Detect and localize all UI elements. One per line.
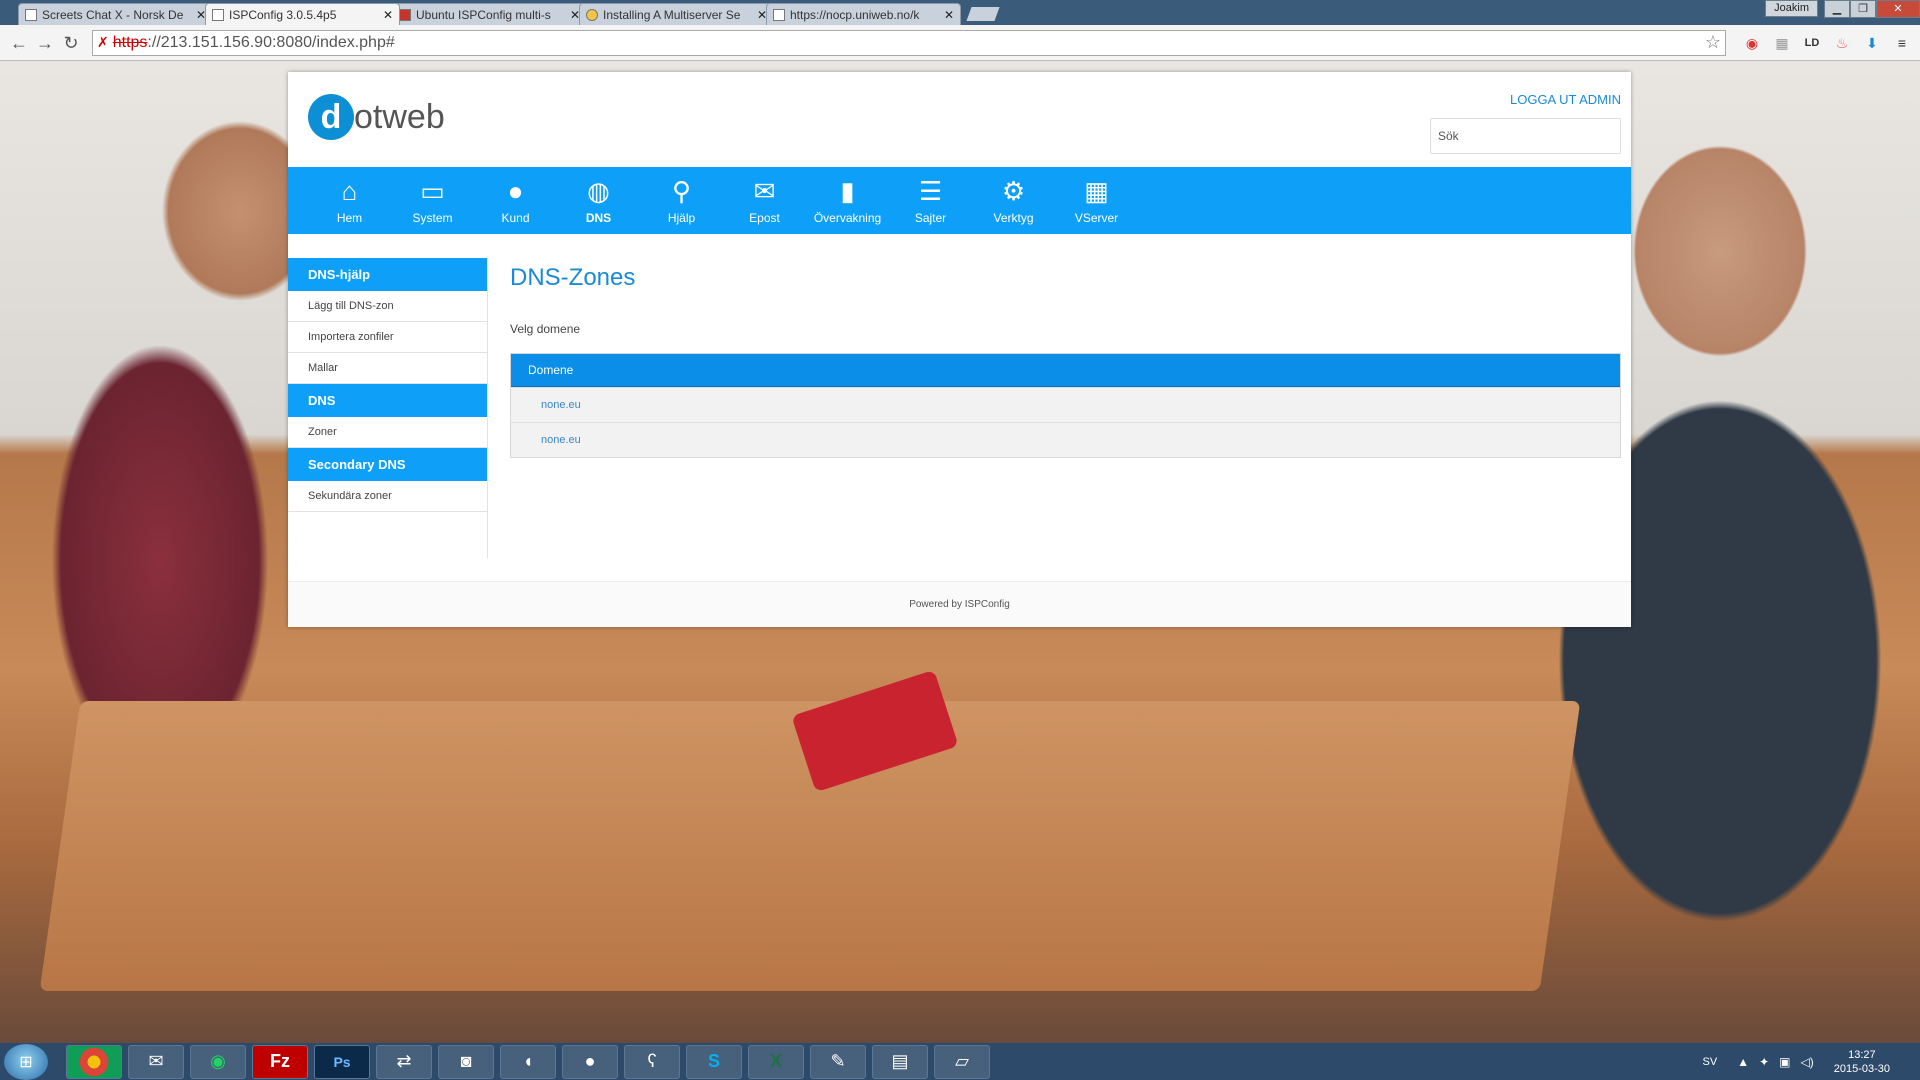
search-input[interactable]: Sök [1430, 118, 1621, 154]
domain-table: Domene none.eu none.eu [510, 353, 1621, 458]
page-icon [25, 8, 37, 21]
nav-item-kund[interactable]: ● Kund [474, 167, 557, 234]
table-row[interactable]: none.eu [511, 387, 1620, 422]
network-tray-icon[interactable]: ▣ [1779, 1055, 1790, 1069]
grid-icon: ▦ [1084, 176, 1109, 206]
extension-icon[interactable]: LD [1800, 31, 1824, 55]
excel-icon[interactable]: X [748, 1044, 804, 1079]
home-icon: ⌂ [341, 176, 358, 206]
menu-icon[interactable]: ≡ [1890, 31, 1914, 55]
browser-tab-active[interactable]: ISPConfig 3.0.5.4p5 ✕ [205, 3, 400, 25]
sidebar-item-import-zonefiles[interactable]: Importera zonfiler [288, 322, 487, 353]
nav-item-epost[interactable]: ✉ Epost [723, 167, 806, 234]
files-icon[interactable]: ▱ [934, 1044, 990, 1079]
browser-toolbar: ← → ↻ ✗ https://213.151.156.90:8080/inde… [0, 25, 1920, 61]
page-title: DNS-Zones [510, 264, 636, 291]
user-icon: ● [507, 176, 524, 206]
sidebar-item-secondary-zones[interactable]: Sekundära zoner [288, 481, 487, 512]
browser-tab-strip: Screets Chat X - Norsk De ✕ ISPConfig 3.0… [0, 0, 1920, 25]
browser-tab[interactable]: Screets Chat X - Norsk De ✕ [18, 3, 213, 25]
main-nav: ⌂ Hem ▭ System ● Kund ◍ DNS ⚲ Hjälp ✉ Epost ▮ Ö… [288, 167, 1631, 234]
extension-icon[interactable]: ♨ [1830, 31, 1854, 55]
download-icon[interactable]: ⬇ [1860, 31, 1884, 55]
clock[interactable]: 13:27 2015-03-30 [1834, 1048, 1890, 1076]
search-icon: ⚲ [671, 176, 692, 206]
ispconfig-icon [399, 8, 411, 21]
nav-item-verktyg[interactable]: ⚙ Verktyg [972, 167, 1055, 234]
browser-tab[interactable]: https://nocp.uniweb.no/k ✕ [766, 3, 961, 25]
nav-item-hem[interactable]: ⌂ Hem [308, 167, 391, 234]
explorer-icon[interactable]: ▤ [872, 1044, 928, 1079]
photoshop-icon[interactable]: Ps [314, 1044, 370, 1079]
bar-chart-icon: ▮ [840, 176, 855, 206]
footer: Powered by ISPConfig [288, 581, 1631, 627]
bulb-icon [586, 8, 598, 21]
start-button[interactable]: ⊞ [4, 1043, 48, 1080]
nav-item-dns[interactable]: ◍ DNS [557, 167, 640, 234]
nav-item-hjalp[interactable]: ⚲ Hjälp [640, 167, 723, 234]
sidebar-item-templates[interactable]: Mallar [288, 353, 487, 384]
close-tab-icon[interactable]: ✕ [944, 8, 954, 22]
sidebar-heading-dns: DNS [288, 384, 487, 417]
speaker-icon[interactable]: ◖ [500, 1044, 556, 1079]
dropbox-icon[interactable]: ✦ [1759, 1055, 1769, 1069]
insecure-lock-icon: ✗ [97, 34, 109, 50]
new-tab-button[interactable] [966, 7, 1000, 21]
back-button[interactable]: ← [6, 30, 32, 56]
obs-icon[interactable]: ● [562, 1044, 618, 1079]
extension-icon[interactable]: ◉ [1740, 31, 1764, 55]
logout-link[interactable]: LOGGA UT ADMIN [1510, 92, 1621, 107]
bookmark-star-icon[interactable]: ☆ [1705, 32, 1721, 53]
tray-expand-icon[interactable]: ▲ [1737, 1055, 1749, 1069]
reload-button[interactable]: ↻ [58, 30, 84, 56]
windows-taskbar: ⊞ ✉ ◉ Fz Ps ⇄ ◙ ◖ ● ʕ S X ✎ ▤ ▱ SV ▲ ✦ ▣… [0, 1043, 1920, 1080]
address-bar[interactable]: ✗ https://213.151.156.90:8080/index.php#… [92, 29, 1726, 56]
list-icon: ☰ [918, 176, 943, 206]
volume-icon[interactable]: ◁) [1800, 1055, 1813, 1069]
spotify-icon[interactable]: ◉ [190, 1044, 246, 1079]
envelope-icon: ✉ [753, 176, 776, 206]
dotweb-logo[interactable]: d otweb [308, 94, 445, 140]
nav-item-system[interactable]: ▭ System [391, 167, 474, 234]
page-subtitle: Velg domene [510, 322, 581, 336]
network-icon[interactable]: ⇄ [376, 1044, 432, 1079]
sidebar-item-add-dns-zone[interactable]: Lägg till DNS-zon [288, 291, 487, 322]
browser-tab[interactable]: Installing A Multiserver Se ✕ [579, 3, 774, 25]
page-icon [773, 8, 785, 21]
maximize-button[interactable]: ❐ [1850, 0, 1876, 18]
close-tab-icon[interactable]: ✕ [383, 8, 393, 22]
forward-button[interactable]: → [32, 30, 58, 56]
window-controls: Joakim ▁ ❐ ✕ [1765, 0, 1920, 18]
sidebar-heading-secondary-dns: Secondary DNS [288, 448, 487, 481]
language-indicator[interactable]: SV [1703, 1056, 1718, 1068]
nav-item-sajter[interactable]: ☰ Sajter [889, 167, 972, 234]
system-tray: SV ▲ ✦ ▣ ◁) 13:27 2015-03-30 [1703, 1048, 1920, 1076]
thunderbird-icon[interactable]: ✉ [128, 1044, 184, 1079]
browser-tab[interactable]: Ubuntu ISPConfig multi-s ✕ [392, 3, 587, 25]
filezilla-icon[interactable]: Fz [252, 1044, 308, 1079]
gear-icon: ⚙ [1001, 176, 1026, 206]
page-icon [212, 8, 224, 21]
sidebar-item-zones[interactable]: Zoner [288, 417, 487, 448]
chrome-icon[interactable] [66, 1044, 122, 1079]
skype-icon[interactable]: S [686, 1044, 742, 1079]
globe-icon: ◍ [587, 176, 610, 206]
table-header-domene[interactable]: Domene [511, 354, 1620, 387]
bear-icon[interactable]: ʕ [624, 1044, 680, 1079]
extension-icon[interactable]: ▦ [1770, 31, 1794, 55]
monitor-icon: ▭ [420, 176, 445, 206]
sidebar: DNS-hjälp Lägg till DNS-zon Importera zo… [288, 258, 488, 558]
ispconfig-panel: d otweb LOGGA UT ADMIN Sök ⌂ Hem ▭ System … [288, 72, 1631, 627]
profile-badge[interactable]: Joakim [1765, 0, 1818, 17]
nav-item-vserver[interactable]: ▦ VServer [1055, 167, 1138, 234]
media-icon[interactable]: ◙ [438, 1044, 494, 1079]
minimize-button[interactable]: ▁ [1824, 0, 1850, 18]
notepad-icon[interactable]: ✎ [810, 1044, 866, 1079]
nav-item-overvakning[interactable]: ▮ Övervakning [806, 167, 889, 234]
sidebar-heading-dns-hjalp: DNS-hjälp [288, 258, 487, 291]
close-window-button[interactable]: ✕ [1876, 0, 1920, 18]
main-content: DNS-Zones Velg domene Domene none.eu non… [510, 258, 1621, 458]
table-row[interactable]: none.eu [511, 422, 1620, 457]
